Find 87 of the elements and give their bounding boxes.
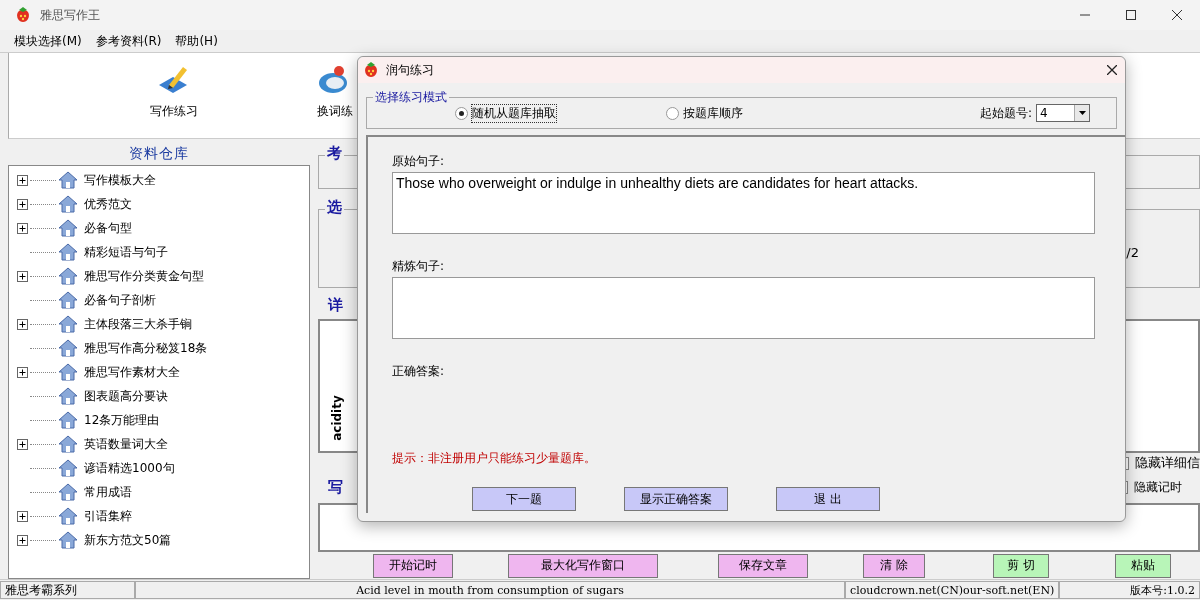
- tree-item[interactable]: 雅思写作分类黄金句型: [84, 267, 204, 285]
- checkbox[interactable]: [1126, 456, 1129, 470]
- group-label: 详: [326, 296, 345, 314]
- house-icon: [58, 363, 78, 381]
- tree-item[interactable]: 雅思写作素材大全: [84, 363, 180, 381]
- checkbox-label: 隐藏详细信: [1135, 454, 1200, 473]
- tree-item[interactable]: 新东方范文50篇: [84, 531, 172, 549]
- menu-item[interactable]: 模块选择(M): [14, 32, 82, 50]
- group-label: 选: [325, 198, 344, 218]
- tree-item[interactable]: 写作模板大全: [84, 171, 156, 189]
- house-icon: [58, 411, 78, 429]
- tree-item[interactable]: 精彩短语与句子: [84, 243, 168, 261]
- answer-field[interactable]: [392, 277, 1095, 339]
- house-icon: [58, 195, 78, 213]
- house-icon: [58, 243, 78, 261]
- house-icon: [58, 171, 78, 189]
- group-label: 写: [326, 477, 345, 497]
- radio-button[interactable]: 随机从题库抽取: [455, 104, 556, 122]
- strawberry-icon: [14, 6, 32, 24]
- tree-item[interactable]: 雅思写作高分秘笈18条: [84, 339, 208, 357]
- status-text: Acid level in mouth from consumption of sugars: [135, 581, 845, 599]
- field-label: 原始句子:: [392, 153, 446, 170]
- field-label: 起始题号:: [979, 104, 1032, 122]
- house-icon: [58, 267, 78, 285]
- status-text: 雅思考霸系列: [0, 581, 135, 599]
- action-button[interactable]: 清 除: [863, 553, 925, 578]
- house-icon: [58, 219, 78, 237]
- tree-item[interactable]: 主体段落三大杀手锏: [84, 315, 192, 333]
- status-text: cloudcrown.net(CN)our-soft.net(EN): [845, 581, 1060, 599]
- house-icon: [58, 459, 78, 477]
- tree-item[interactable]: 常用成语: [84, 483, 132, 501]
- dialog-button[interactable]: 下一题: [472, 487, 576, 511]
- tree-item[interactable]: 图表题高分要诀: [84, 387, 168, 405]
- house-icon: [58, 387, 78, 405]
- strawberry-icon: [362, 61, 380, 79]
- dialog-title: 润句练习: [386, 61, 434, 79]
- dialog-button[interactable]: 显示正确答案: [624, 487, 728, 511]
- expand-icon[interactable]: [17, 198, 28, 210]
- action-button[interactable]: 最大化写作窗口: [508, 553, 658, 578]
- tree-item[interactable]: 谚语精选1000句: [84, 459, 175, 477]
- house-icon: [58, 315, 78, 333]
- action-button[interactable]: 开始记时: [373, 553, 453, 578]
- expand-icon[interactable]: [17, 318, 28, 330]
- dialog-button[interactable]: 退 出: [776, 487, 880, 511]
- window-title: 雅思写作王: [40, 6, 100, 24]
- count-text: /2: [1126, 245, 1140, 261]
- tree-item[interactable]: 优秀范文: [84, 195, 132, 213]
- hint-text: 提示：非注册用户只能练习少量题库。: [392, 450, 597, 467]
- expand-icon[interactable]: [17, 366, 28, 378]
- house-icon: [58, 507, 78, 525]
- expand-icon[interactable]: [17, 270, 28, 282]
- status-text: 版本号:1.0.2: [1059, 581, 1200, 599]
- tree-item[interactable]: 英语数量词大全: [84, 435, 168, 453]
- group-label: 考: [325, 144, 344, 163]
- tree-item[interactable]: 必备句型: [84, 219, 132, 237]
- house-icon: [58, 531, 78, 549]
- house-icon: [58, 291, 78, 309]
- tree-item[interactable]: 必备句子剖析: [84, 291, 156, 309]
- number-dropdown[interactable]: 4: [1036, 104, 1090, 122]
- sidebar-title: 资料仓库: [128, 144, 190, 163]
- toolbar-button[interactable]: 写作练习: [89, 53, 259, 138]
- menu-item[interactable]: 帮助(H): [175, 32, 218, 50]
- checkbox-label: 隐藏记时: [1134, 478, 1182, 496]
- expand-icon[interactable]: [17, 174, 28, 186]
- expand-icon[interactable]: [17, 510, 28, 522]
- sentence-field[interactable]: Those who overweight or indulge in unhealthy diets are candidates for heart attacks.: [392, 172, 1095, 234]
- axis-label: acidity: [330, 395, 345, 441]
- expand-icon[interactable]: [17, 438, 28, 450]
- field-label: 精炼句子:: [392, 258, 446, 275]
- expand-icon[interactable]: [17, 222, 28, 234]
- field-label: 正确答案:: [392, 363, 446, 380]
- menu-item[interactable]: 参考资料(R): [95, 32, 162, 50]
- dropdown-arrow-icon: [1078, 111, 1086, 115]
- tree-item[interactable]: 引语集粹: [84, 507, 132, 525]
- action-button[interactable]: 保存文章: [718, 553, 808, 578]
- house-icon: [58, 483, 78, 501]
- action-button[interactable]: 粘贴: [1115, 553, 1171, 578]
- house-icon: [58, 435, 78, 453]
- tree-item[interactable]: 12条万能理由: [84, 411, 160, 429]
- close-icon[interactable]: [1107, 65, 1117, 75]
- expand-icon[interactable]: [17, 534, 28, 546]
- house-icon: [58, 339, 78, 357]
- maximize-icon[interactable]: [1126, 10, 1136, 20]
- close-icon[interactable]: [1172, 10, 1182, 20]
- group-label: 选择练习模式: [373, 89, 449, 106]
- action-button[interactable]: 剪 切: [993, 553, 1049, 578]
- radio-button[interactable]: 按题库顺序: [666, 104, 743, 122]
